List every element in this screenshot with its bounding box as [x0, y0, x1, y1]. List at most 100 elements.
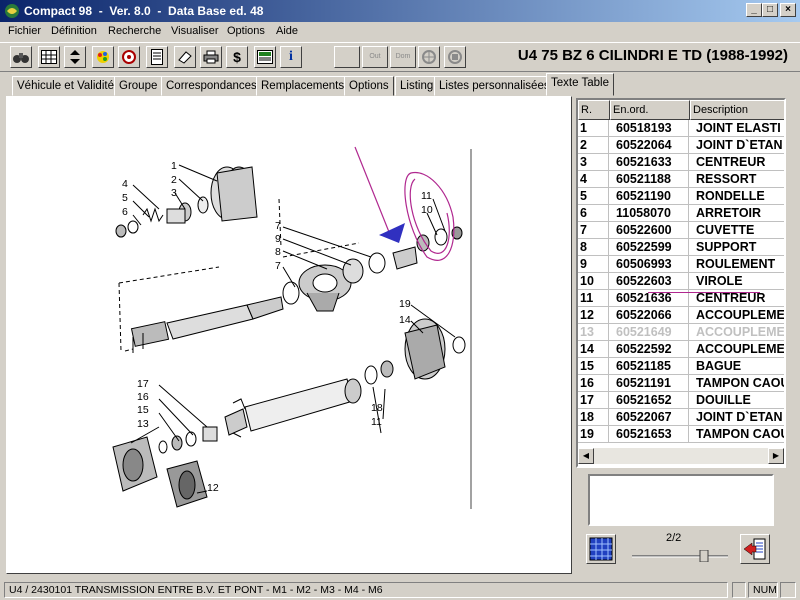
menu-definition[interactable]: Définition [51, 25, 97, 37]
flex-coupling-top [210, 166, 258, 222]
tab-remplacements[interactable]: Remplacements [256, 76, 350, 96]
menu-recherche[interactable]: Recherche [108, 25, 161, 37]
table-row[interactable]: 13 60521649 ACCOUPLEME [578, 324, 785, 341]
screen-icon[interactable] [254, 46, 276, 68]
table-view-icon [589, 537, 613, 561]
maximize-button[interactable]: □ [762, 3, 778, 17]
tab-options[interactable]: Options [344, 76, 394, 96]
app-window: Compact 98 - Ver. 8.0 - Data Base ed. 48… [0, 0, 800, 600]
cell-code: 60522600 [616, 223, 672, 237]
table-row[interactable]: 12 60522066 ACCOUPLEME [578, 307, 784, 324]
info-icon[interactable]: i [280, 46, 302, 68]
parts-table[interactable]: R. En.ord. Description 1 60518193 JOINT EL… [576, 98, 786, 468]
scroll-left-arrow-icon[interactable]: ◀ [578, 448, 594, 464]
table-row[interactable]: 2 60522064 JOINT D`ETAN [578, 137, 784, 154]
cell-r: 15 [580, 359, 594, 373]
eraser-icon[interactable] [174, 46, 196, 68]
tab-correspondances[interactable]: Correspondances [161, 76, 262, 96]
close-button[interactable]: × [780, 3, 796, 17]
cell-code: 11058070 [616, 206, 671, 220]
cell-r: 13 [580, 325, 594, 339]
cell-description: RONDELLE [696, 189, 765, 203]
table-row[interactable]: 16 60521191 TAMPON CAOU [578, 375, 786, 392]
table-view-button[interactable] [586, 534, 616, 564]
col-header-code[interactable]: En.ord. [610, 100, 690, 120]
parts-panel: R. En.ord. Description 1 60518193 JOINT EL… [574, 96, 788, 574]
tab-texte-table[interactable]: Texte Table [546, 73, 614, 96]
scroll-right-arrow-icon[interactable]: ▶ [768, 448, 784, 464]
cell-r: 16 [580, 376, 594, 390]
menu-visualiser[interactable]: Visualiser [171, 25, 219, 37]
minimize-button[interactable]: _ [746, 3, 762, 17]
palette-icon[interactable] [92, 46, 114, 68]
notes-box[interactable] [588, 474, 774, 526]
table-row[interactable]: 7 60522600 CUVETTE [578, 222, 784, 239]
cell-code: 60521649 [616, 325, 672, 339]
cell-code: 60522064 [616, 138, 672, 152]
table-row[interactable]: 18 60522067 JOINT D`ETAN [578, 409, 784, 426]
hand-annotation [354, 146, 455, 261]
cell-description: JOINT ELASTI [696, 121, 781, 135]
cell-r: 3 [580, 155, 587, 169]
cell-description: ACCOUPLEME [696, 325, 785, 339]
cell-code: 60522066 [616, 308, 672, 322]
table-row[interactable]: 6 11058070 ARRETOIR [578, 205, 784, 222]
out-button[interactable]: Out [362, 46, 388, 68]
small-parts-lower [158, 426, 218, 454]
binoculars-icon[interactable] [10, 46, 32, 68]
cell-description: CENTREUR [696, 155, 766, 169]
grid-icon[interactable] [38, 46, 60, 68]
wheel-icon[interactable] [418, 46, 440, 68]
table-row[interactable]: 8 60522599 SUPPORT [578, 239, 784, 256]
annotation-underline [648, 292, 760, 293]
table-row[interactable]: 15 60521185 BAGUE [578, 358, 784, 375]
col-header-r[interactable]: R. [578, 100, 610, 120]
dom-button[interactable]: Dom [390, 46, 416, 68]
dollar-icon[interactable]: $ [226, 46, 248, 68]
target-icon[interactable] [118, 46, 140, 68]
horizontal-scrollbar[interactable]: ◀ ▶ [578, 448, 784, 464]
engine-icon[interactable] [444, 46, 466, 68]
cell-r: 11 [580, 291, 594, 305]
cell-r: 18 [580, 410, 594, 424]
col-header-description[interactable]: Description [690, 100, 784, 120]
cell-description: CENTREUR [696, 291, 766, 305]
callout-9: 9 [275, 233, 281, 245]
callout-11-bottom: 11 [371, 416, 382, 428]
sort-icon[interactable] [64, 46, 86, 68]
table-row[interactable]: 5 60521190 RONDELLE [578, 188, 784, 205]
cell-r: 14 [580, 342, 594, 356]
table-row[interactable]: 10 60522603 VIROLE [578, 273, 784, 290]
callout-3: 3 [171, 187, 177, 199]
table-row[interactable]: 1 60518193 JOINT ELASTI [578, 120, 784, 137]
cell-description: TAMPON CAOU [696, 376, 786, 390]
table-row[interactable]: 4 60521188 RESSORT [578, 171, 784, 188]
print-icon[interactable] [200, 46, 222, 68]
exploded-diagram[interactable]: 1 2 3 4 5 6 7 9 8 7 11 10 19 14 17 16 15… [7, 97, 571, 573]
title-bar[interactable]: Compact 98 - Ver. 8.0 - Data Base ed. 48… [0, 0, 800, 22]
table-row[interactable]: 9 60506993 ROULEMENT [578, 256, 784, 273]
cell-code: 60521636 [616, 291, 672, 305]
propeller-shaft-lower [224, 360, 394, 438]
exit-button[interactable] [740, 534, 770, 564]
callout-2: 2 [171, 174, 177, 186]
cell-r: 2 [580, 138, 587, 152]
vehicle-title: U4 75 BZ 6 CILINDRI E TD (1988-1992) [517, 47, 788, 64]
menu-aide[interactable]: Aide [276, 25, 298, 37]
tab-groupe[interactable]: Groupe [114, 76, 163, 96]
table-row[interactable]: 19 60521653 TAMPON CAOU [578, 426, 784, 443]
menu-options[interactable]: Options [227, 25, 265, 37]
table-row[interactable]: 3 60521633 CENTREUR [578, 154, 784, 171]
callout-19: 19 [399, 298, 411, 310]
disabled-tool-1-button[interactable] [334, 46, 360, 68]
table-row[interactable]: 14 60522592 ACCOUPLEME [578, 341, 784, 358]
menu-fichier[interactable]: Fichier [8, 25, 41, 37]
tab-vehicule[interactable]: Véhicule et Validité [12, 76, 119, 96]
cell-r: 8 [580, 240, 587, 254]
cell-r: 17 [580, 393, 594, 407]
table-row[interactable]: 17 60521652 DOUILLE [578, 392, 784, 409]
tab-listes-personnalisees[interactable]: Listes personnalisées [434, 76, 555, 96]
tab-listing[interactable]: Listing [395, 76, 439, 96]
document-icon[interactable] [146, 46, 168, 68]
page-slider[interactable] [630, 549, 730, 563]
